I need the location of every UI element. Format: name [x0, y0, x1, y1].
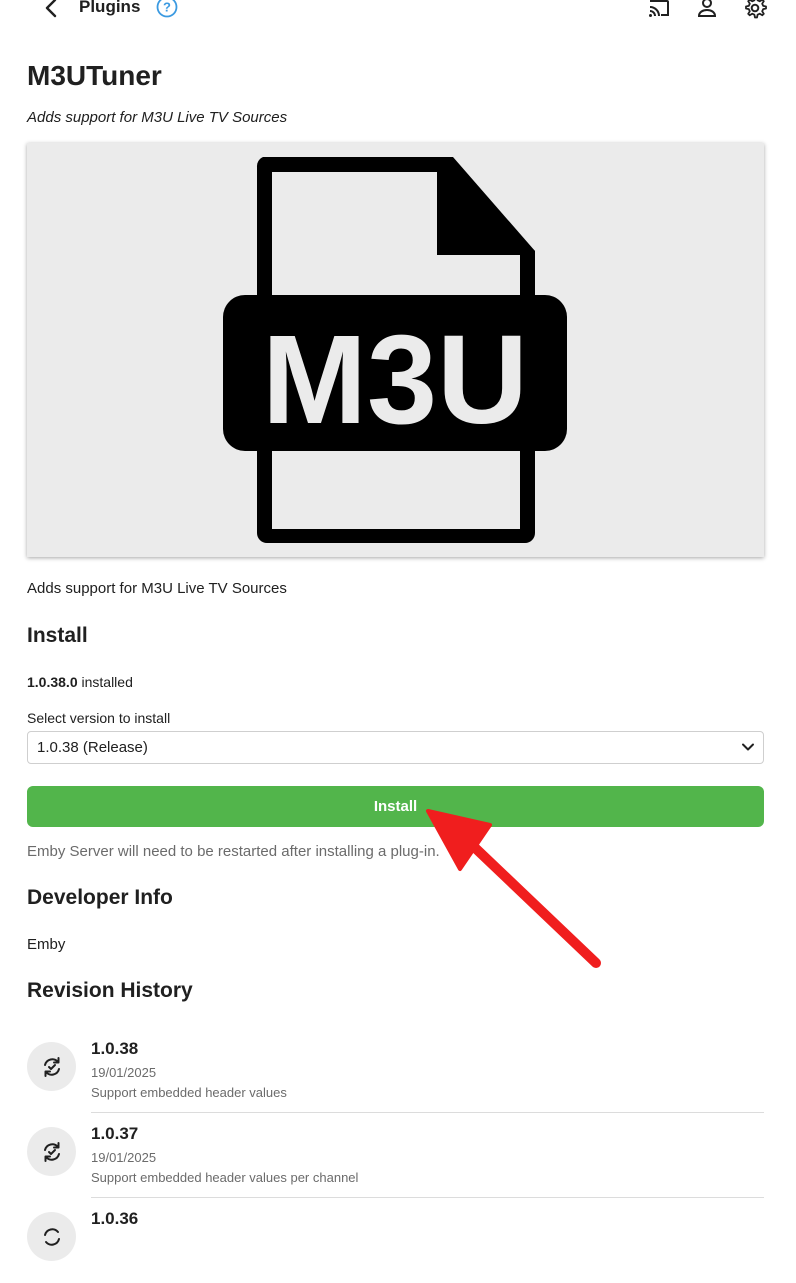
m3u-file-icon: M3U: [223, 157, 567, 543]
gear-icon[interactable]: [743, 0, 767, 20]
annotation-arrow-icon: [426, 809, 601, 968]
app-header: Plugins ?: [0, 0, 796, 28]
installed-suffix: installed: [77, 674, 133, 690]
installed-version-number: 1.0.38.0: [27, 674, 78, 690]
m3u-label: M3U: [262, 309, 528, 450]
revision-avatar: [27, 1212, 76, 1261]
sync-icon: [43, 1141, 60, 1162]
revision-note: Support embedded header values: [91, 1085, 287, 1100]
version-select[interactable]: 1.0.38 (Release): [27, 731, 764, 764]
page-title: M3UTuner: [27, 60, 162, 91]
install-heading: Install: [27, 624, 88, 647]
revision-avatar: [27, 1127, 76, 1176]
header-title: Plugins: [79, 0, 141, 16]
plugin-description: Adds support for M3U Live TV Sources: [27, 580, 287, 597]
revision-version: 1.0.36: [91, 1209, 139, 1228]
developer-name: Emby: [27, 936, 66, 953]
restart-note: Emby Server will need to be restarted af…: [27, 843, 440, 860]
revision-version: 1.0.37: [91, 1124, 139, 1143]
install-button[interactable]: Install: [27, 786, 764, 827]
user-icon[interactable]: [695, 0, 719, 20]
select-version-label: Select version to install: [27, 710, 171, 726]
revision-version: 1.0.38: [91, 1039, 139, 1058]
plugin-image: M3U: [27, 143, 764, 557]
page-subtitle: Adds support for M3U Live TV Sources: [27, 109, 288, 126]
revision-item[interactable]: 1.0.36: [27, 1198, 764, 1283]
installed-version: 1.0.38.0 installed: [27, 672, 133, 692]
revision-history-heading: Revision History: [27, 979, 193, 1002]
cast-icon[interactable]: [647, 0, 671, 20]
revision-item[interactable]: 1.0.37 19/01/2025 Support embedded heade…: [27, 1113, 764, 1198]
revision-note: Support embedded header values per chann…: [91, 1170, 359, 1185]
developer-heading: Developer Info: [27, 886, 173, 909]
revision-date: 19/01/2025: [91, 1065, 157, 1080]
back-arrow-icon: [45, 0, 57, 18]
sync-icon: [43, 1227, 60, 1246]
chevron-down-icon: [742, 743, 754, 751]
version-select-value: 1.0.38 (Release): [37, 739, 148, 756]
back-button[interactable]: [38, 0, 66, 20]
revision-item[interactable]: 1.0.38 19/01/2025 Support embedded heade…: [27, 1028, 764, 1113]
help-icon[interactable]: ?: [156, 0, 178, 18]
svg-text:?: ?: [163, 0, 171, 15]
revision-avatar: [27, 1042, 76, 1091]
sync-icon: [43, 1056, 60, 1077]
revision-date: 19/01/2025: [91, 1150, 157, 1165]
